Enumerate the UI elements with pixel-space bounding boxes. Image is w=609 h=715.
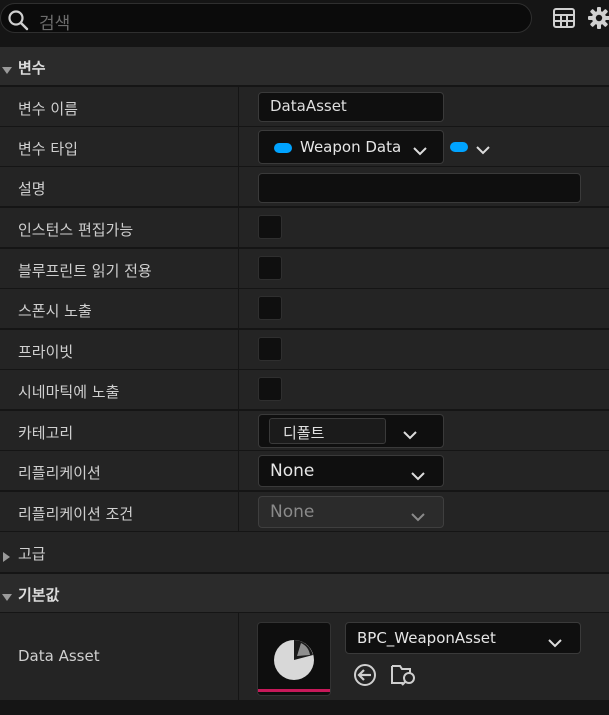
category-input[interactable]: 디폴트: [269, 418, 386, 444]
row-data-asset: Data Asset BPC_WeaponAsset: [0, 613, 609, 701]
container-pill-icon: [450, 142, 468, 152]
expose-on-spawn-checkbox[interactable]: [258, 296, 282, 320]
container-type-dropdown[interactable]: [450, 135, 494, 159]
search-box[interactable]: 검색: [0, 3, 532, 35]
divider: [238, 167, 239, 206]
row-category: 카테고리 디폴트: [0, 411, 609, 451]
row-label: 리플리케이션 조건: [18, 505, 134, 523]
divider: [238, 127, 239, 166]
row-label: 변수 이름: [18, 100, 78, 118]
search-icon: [7, 9, 29, 35]
top-bar: 검색: [0, 0, 609, 38]
asset-thumbnail[interactable]: [257, 622, 331, 696]
row-label: Data Asset: [18, 647, 100, 665]
expand-arrow-icon[interactable]: [2, 547, 10, 566]
browse-asset-icon[interactable]: [391, 662, 417, 690]
divider: [238, 451, 239, 490]
row-replication: 리플리케이션 None: [0, 451, 609, 491]
row-label: 스폰시 노출: [18, 302, 92, 320]
type-pill-icon: [274, 143, 292, 153]
row-label: 변수 타입: [18, 140, 78, 158]
category-combo[interactable]: 디폴트: [258, 414, 444, 448]
chevron-down-icon: [476, 140, 490, 159]
row-replication-condition: 리플리케이션 조건 None: [0, 492, 609, 532]
section-title: 변수: [18, 59, 46, 77]
expose-cinematics-checkbox[interactable]: [258, 377, 282, 401]
table-view-icon[interactable]: [553, 8, 575, 32]
instance-editable-checkbox[interactable]: [258, 215, 282, 239]
row-label: 리플리케이션: [18, 464, 101, 482]
divider: [238, 208, 239, 247]
blueprint-readonly-checkbox[interactable]: [258, 256, 282, 280]
divider: [238, 87, 239, 126]
asset-picker-dropdown[interactable]: BPC_WeaponAsset: [345, 622, 581, 654]
divider: [238, 330, 239, 369]
row-expose-on-spawn: 스폰시 노출: [0, 289, 609, 329]
replication-dropdown[interactable]: None: [258, 455, 444, 487]
section-title: 고급: [18, 545, 46, 563]
gear-icon[interactable]: [588, 7, 609, 33]
row-blueprint-readonly: 블루프린트 읽기 전용: [0, 249, 609, 289]
replication-condition-dropdown: None: [258, 496, 444, 528]
private-checkbox[interactable]: [258, 337, 282, 361]
row-variable-name: 변수 이름 DataAsset: [0, 87, 609, 127]
row-label: 카테고리: [18, 424, 74, 442]
divider: [238, 492, 239, 531]
chevron-down-icon: [413, 142, 427, 160]
divider: [238, 411, 239, 450]
divider: [238, 249, 239, 288]
variable-type-dropdown[interactable]: Weapon Data A: [258, 130, 444, 164]
asset-color-bar: [258, 689, 330, 692]
row-label: 프라이빗: [18, 343, 74, 361]
row-label: 시네마틱에 노출: [18, 383, 120, 401]
chevron-down-icon: [411, 467, 425, 485]
use-selected-asset-icon[interactable]: [353, 663, 377, 691]
row-description: 설명: [0, 167, 609, 207]
section-title: 기본값: [18, 586, 60, 604]
section-advanced[interactable]: 고급: [0, 532, 609, 573]
chevron-down-icon: [548, 634, 562, 652]
row-instance-editable: 인스턴스 편집가능: [0, 208, 609, 248]
replication-condition-value: None: [270, 502, 315, 522]
collapse-arrow-icon[interactable]: [2, 61, 12, 80]
row-label: 인스턴스 편집가능: [18, 221, 134, 239]
collapse-arrow-icon[interactable]: [2, 588, 12, 607]
chevron-down-icon[interactable]: [403, 426, 417, 444]
description-field[interactable]: [258, 173, 581, 203]
variable-type-value: Weapon Data A: [300, 138, 403, 156]
row-expose-cinematics: 시네마틱에 노출: [0, 370, 609, 410]
variable-name-field[interactable]: DataAsset: [258, 92, 444, 122]
asset-name: BPC_WeaponAsset: [357, 629, 496, 647]
chevron-down-icon: [411, 508, 425, 526]
data-asset-icon: [274, 640, 314, 680]
search-input[interactable]: 검색: [39, 9, 70, 34]
divider: [238, 370, 239, 409]
replication-value: None: [270, 461, 315, 481]
section-variable[interactable]: 변수: [0, 47, 609, 85]
row-private: 프라이빗: [0, 330, 609, 370]
divider: [238, 613, 239, 700]
row-label: 설명: [18, 180, 46, 198]
divider: [238, 289, 239, 328]
row-label: 블루프린트 읽기 전용: [18, 262, 152, 280]
section-default-value[interactable]: 기본값: [0, 574, 609, 612]
row-variable-type: 변수 타입 Weapon Data A: [0, 127, 609, 167]
